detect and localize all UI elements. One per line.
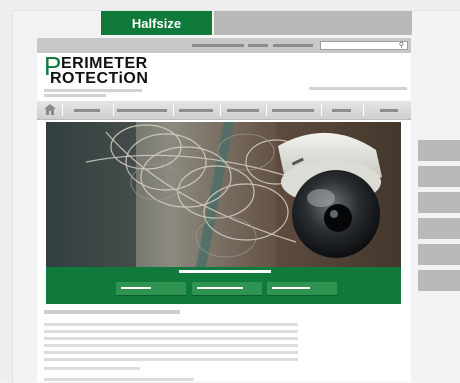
hero-button-1[interactable] [116, 282, 186, 296]
header-info-line [309, 87, 407, 90]
nav-item[interactable] [227, 109, 259, 112]
article-line [44, 351, 298, 354]
article-line [44, 358, 298, 361]
tab-placeholder[interactable] [214, 11, 412, 35]
main-navigation [37, 101, 411, 120]
tagline-line [44, 94, 106, 97]
search-input[interactable]: ⚲ [320, 41, 408, 50]
article-line [44, 337, 298, 340]
article-line [44, 378, 194, 381]
hero-caption-band [46, 267, 401, 304]
hero-button-2[interactable] [192, 282, 262, 296]
home-icon[interactable] [41, 103, 59, 116]
side-option[interactable] [418, 218, 460, 239]
tagline-line [44, 89, 142, 92]
top-utility-bar: ⚲ [37, 38, 411, 53]
side-option[interactable] [418, 192, 460, 213]
utility-link[interactable] [248, 44, 268, 47]
utility-link[interactable] [273, 44, 313, 47]
logo-line2: ROTECTiON [50, 70, 149, 87]
article-line [44, 344, 298, 347]
nav-item[interactable] [74, 109, 100, 112]
side-option[interactable] [418, 270, 460, 291]
tab-halfsize[interactable]: Halfsize [101, 11, 212, 35]
side-option[interactable] [418, 140, 460, 161]
hero-caption [179, 270, 271, 273]
hero-image-security-camera [46, 122, 401, 267]
article-line [44, 367, 140, 370]
article-line [44, 330, 298, 333]
utility-link[interactable] [192, 44, 244, 47]
article-heading [44, 310, 180, 314]
side-option[interactable] [418, 244, 460, 265]
site-logo[interactable]: P ERIMETER ROTECTiON [44, 53, 164, 88]
nav-item[interactable] [272, 109, 314, 112]
search-icon[interactable]: ⚲ [399, 42, 404, 50]
side-option[interactable] [418, 166, 460, 187]
nav-item[interactable] [332, 109, 351, 112]
website-preview: ⚲ P ERIMETER ROTECTiON [37, 38, 411, 382]
hero-button-3[interactable] [267, 282, 337, 296]
nav-item[interactable] [179, 109, 213, 112]
article-line [44, 323, 298, 326]
nav-item[interactable] [380, 109, 398, 112]
nav-item[interactable] [117, 109, 167, 112]
